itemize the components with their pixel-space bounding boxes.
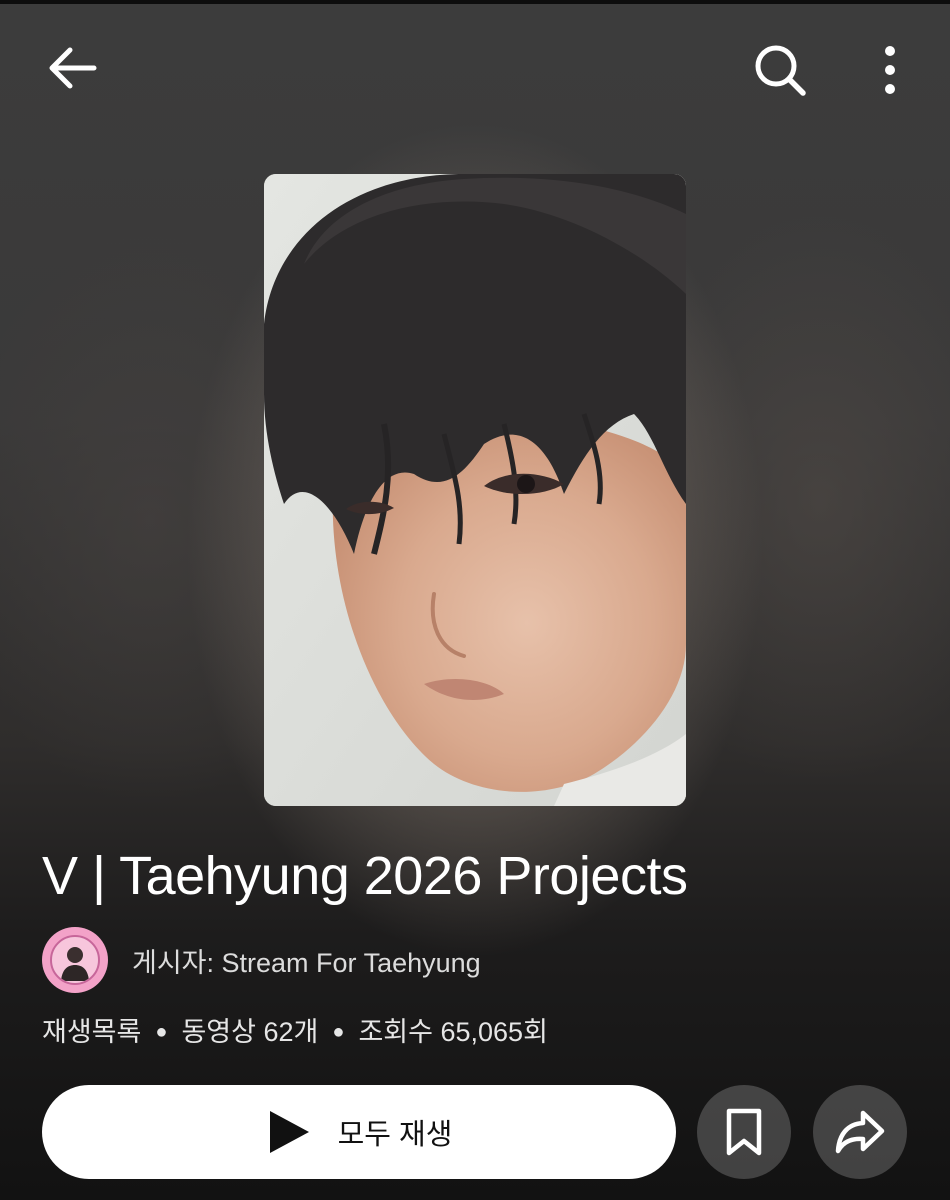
- meta-separator-dot: ●: [332, 1021, 345, 1043]
- top-bar: [0, 20, 950, 116]
- search-button[interactable]: [744, 38, 816, 102]
- playlist-title: V | Taehyung 2026 Projects: [42, 846, 688, 906]
- bookmark-icon: [726, 1108, 762, 1156]
- author-row: 게시자: Stream For Taehyung: [42, 926, 481, 994]
- share-button[interactable]: [813, 1085, 907, 1179]
- arrow-left-icon: [49, 47, 97, 89]
- playlist-cover-image[interactable]: [264, 174, 686, 806]
- meta-separator-dot: ●: [155, 1021, 168, 1043]
- view-count: 조회수 65,065회: [358, 1017, 548, 1047]
- back-button[interactable]: [36, 40, 108, 96]
- share-icon: [835, 1110, 885, 1154]
- save-playlist-button[interactable]: [697, 1085, 791, 1179]
- video-count: 동영상 62개: [181, 1017, 319, 1047]
- author-label[interactable]: 게시자: Stream For Taehyung: [132, 941, 481, 980]
- play-all-button[interactable]: 모두 재생: [42, 1085, 676, 1179]
- search-icon: [755, 45, 806, 96]
- more-options-button[interactable]: [862, 38, 918, 102]
- play-icon: [269, 1111, 309, 1153]
- channel-avatar[interactable]: [42, 927, 108, 993]
- avatar-image: [50, 935, 100, 985]
- more-vertical-icon: [885, 46, 895, 94]
- top-border: [0, 0, 950, 4]
- playlist-meta: 재생목록 ● 동영상 62개 ● 조회수 65,065회: [42, 1012, 548, 1052]
- playlist-type: 재생목록: [42, 1017, 142, 1047]
- play-all-label: 모두 재생: [337, 1119, 453, 1151]
